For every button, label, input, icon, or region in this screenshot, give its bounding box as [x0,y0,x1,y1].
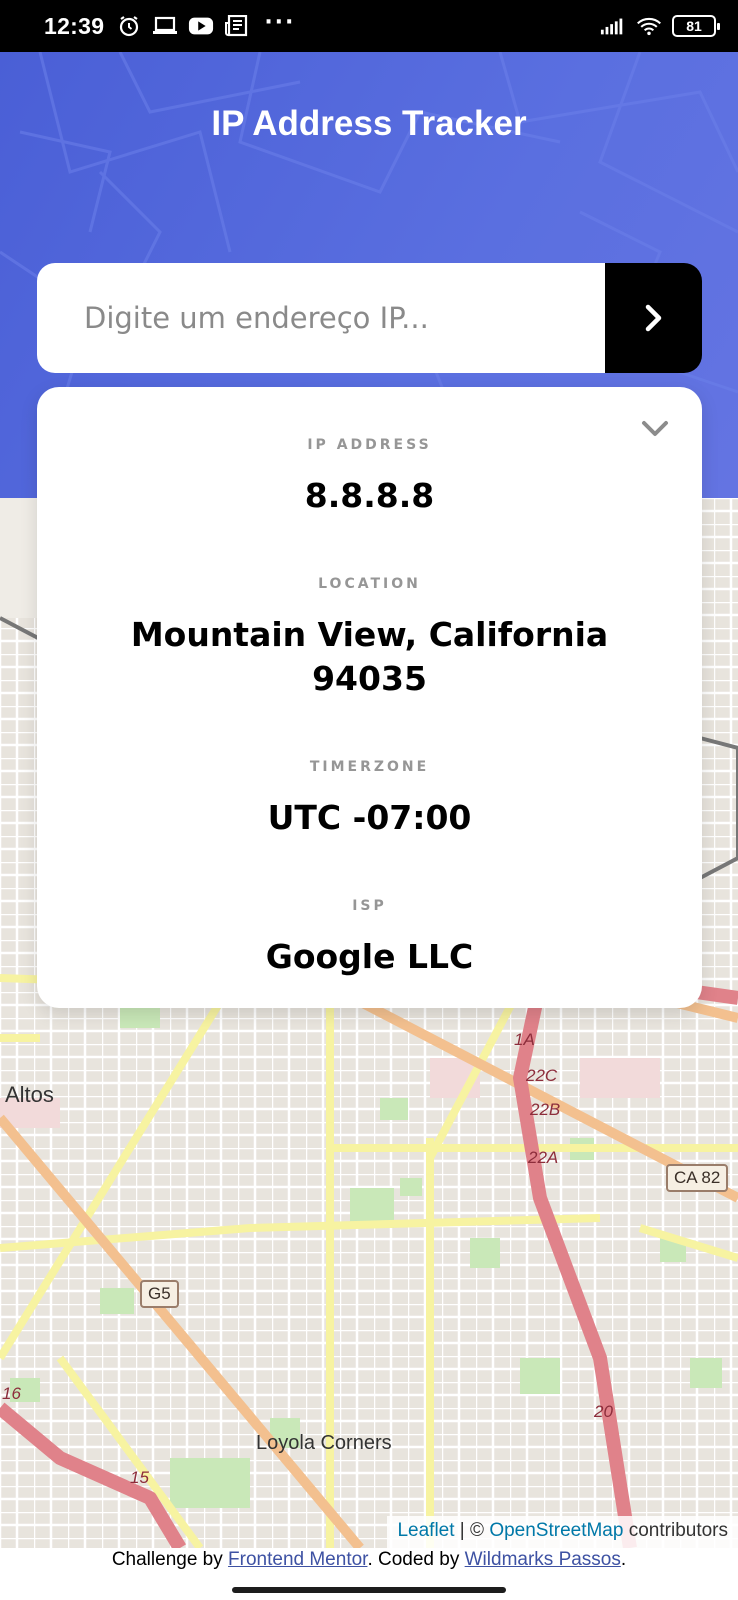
route-number: 22A [528,1148,559,1167]
location-value-line2: 94035 [312,659,427,698]
author-link[interactable]: Wildmarks Passos [465,1549,621,1570]
location-value-line1: Mountain View, California [130,615,609,654]
highway-shield: G5 [140,1280,179,1308]
home-indicator[interactable] [232,1587,506,1593]
attribution-separator: | © [454,1520,490,1541]
map-attribution: Leaflet | © OpenStreetMap contributors [387,1516,738,1548]
search-submit-button[interactable] [605,263,702,373]
chevron-right-icon [645,304,661,332]
ip-address-label: IP ADDRESS [307,437,432,453]
isp-value: Google LLC [265,937,474,976]
status-time: 12:39 [44,12,105,39]
isp-label: ISP [352,898,387,914]
highway-shield: CA 82 [666,1164,729,1192]
route-number: 22B [530,1100,561,1119]
chevron-down-icon [642,421,668,436]
search-form [37,263,702,373]
timezone-label: TIMERZONE [309,759,430,775]
frontend-mentor-link[interactable]: Frontend Mentor [228,1549,367,1570]
map-place-label: Loyola Corners [256,1432,392,1454]
battery-icon: 81 [672,15,720,37]
route-number: 22C [526,1066,558,1085]
ip-search-input[interactable] [37,263,605,373]
more-notifications-icon: ··· [264,9,296,35]
ip-address-value: 8.8.8.8 [304,476,435,515]
signal-icon [600,15,626,37]
openstreetmap-link[interactable]: OpenStreetMap [489,1520,623,1548]
route-number: 16 [2,1384,21,1403]
attribution-suffix: contributors [623,1520,728,1541]
route-number: 20 [594,1402,613,1421]
route-number: 15 [130,1468,149,1487]
timezone-value: UTC -07:00 [267,798,472,837]
status-icons-right: 81 [600,15,720,37]
leaflet-link[interactable]: Leaflet [397,1520,454,1548]
map-place-label: Altos [5,1082,54,1107]
battery-level: 81 [686,18,702,34]
ip-info-card: IP ADDRESS 8.8.8.8 LOCATION Mountain Vie… [37,387,702,1008]
wifi-icon [636,15,662,37]
status-icons-left: ··· [116,10,295,37]
status-bar: 12:39 ··· 81 [0,0,738,52]
route-number: 1A [514,1030,535,1049]
footer-suffix: . [620,1549,627,1570]
youtube-icon [188,15,214,37]
footer-middle: . Coded by [367,1549,465,1570]
news-icon [224,15,250,37]
footer-prefix: Challenge by [111,1549,229,1570]
alarm-icon [116,15,142,37]
page-title: IP Address Tracker [211,104,527,143]
laptop-icon [152,15,178,37]
location-label: LOCATION [318,576,421,592]
